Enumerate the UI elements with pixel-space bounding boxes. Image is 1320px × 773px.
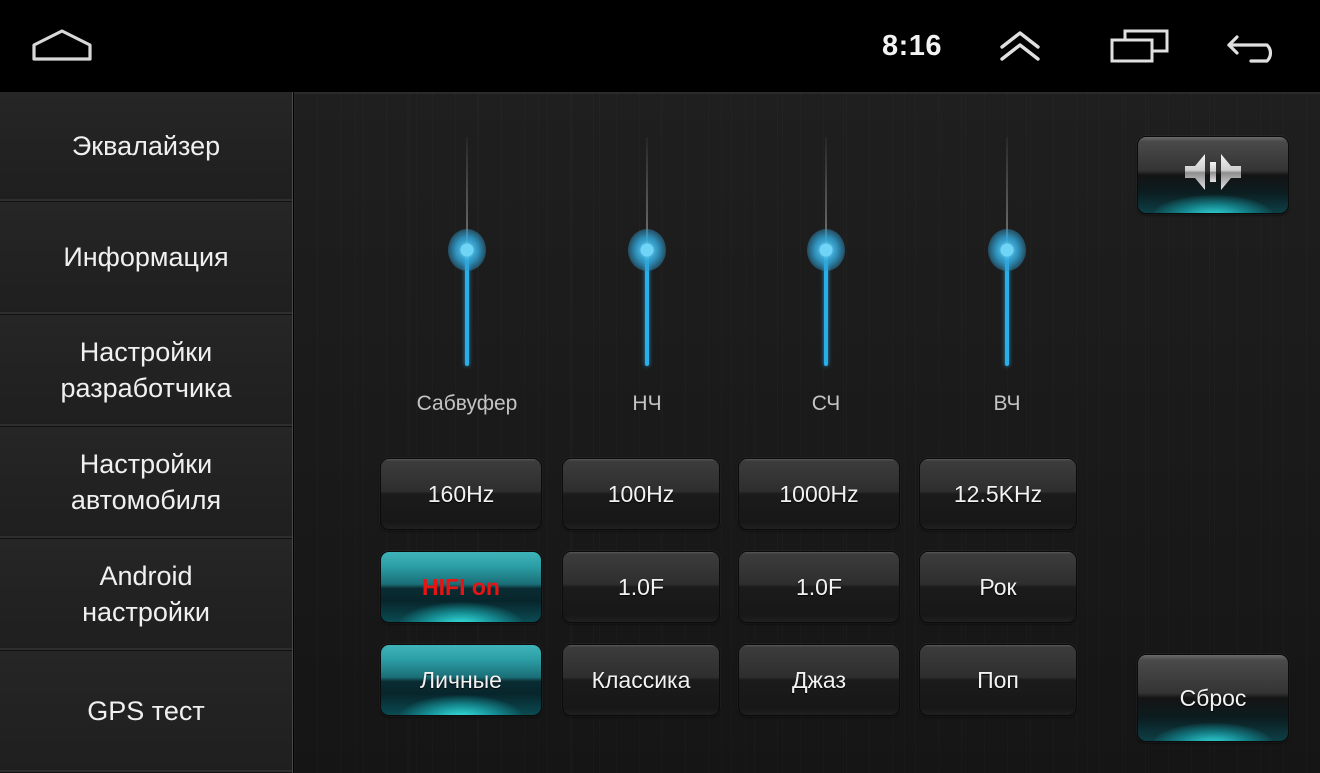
button-freq-1000hz-label: 1000Hz [779,480,859,507]
button-freq-160hz-label: 160Hz [427,480,495,507]
sidebar-item-label: Настройки автомобиля [70,448,222,515]
button-reset[interactable]: Сброс [1137,654,1289,742]
slider-thumb[interactable] [628,229,666,271]
sidebar-item-car-settings[interactable]: Настройки автомобиля [0,427,292,539]
equalizer-panel: Сабвуфер НЧ СЧ ВЧ 160Hz 100Hz 1000Hz 12.5KHz HI… [294,92,1320,773]
button-freq-1000hz[interactable]: 1000Hz [738,458,900,530]
button-balance-fader[interactable] [1137,136,1289,214]
button-preset-pop[interactable]: Поп [919,644,1077,716]
balance-speakers-glyph [1185,154,1241,190]
button-hifi-on[interactable]: HIFI on [380,551,542,623]
slider-thumb[interactable] [448,229,486,271]
slider-label: НЧ [632,392,662,415]
status-bar: 8:16 [0,0,1320,92]
back-arrow-glyph [1227,35,1272,63]
button-preset-classic-label: Классика [591,666,691,693]
sidebar-item-label: Android настройки [82,560,210,627]
home-icon[interactable] [27,22,97,68]
button-preset-personal[interactable]: Личные [380,644,542,716]
status-clock: 8:16 [881,29,942,62]
slider-bass[interactable]: НЧ [567,92,727,432]
button-freq-12-5khz[interactable]: 12.5KHz [919,458,1077,530]
recent-apps-icon[interactable] [1094,0,1186,92]
slider-label: ВЧ [993,392,1021,415]
slider-treble[interactable]: ВЧ [927,92,1087,432]
recent-apps-glyph [1110,29,1169,63]
button-preset-personal-label: Личные [420,666,502,693]
button-preset-classic[interactable]: Классика [562,644,720,716]
double-chevron-up-glyph [1000,31,1040,61]
button-preset-jazz[interactable]: Джаз [738,644,900,716]
button-q-mid-1-0f[interactable]: 1.0F [738,551,900,623]
button-q-bass-1-0f-label: 1.0F [617,573,665,600]
slider-label: Сабвуфер [416,392,518,415]
sidebar-item-developer-settings[interactable]: Настройки разработчика [0,315,292,427]
sidebar: Эквалайзер Информация Настройки разработчик… [0,92,293,773]
sidebar-item-label: Настройки разработчика [60,336,232,403]
balance-speakers-icon [1177,148,1249,202]
slider-thumb[interactable] [988,229,1026,271]
button-freq-160hz[interactable]: 160Hz [380,458,542,530]
button-q-mid-1-0f-label: 1.0F [795,573,843,600]
sidebar-item-equalizer[interactable]: Эквалайзер [0,92,292,202]
button-freq-100hz[interactable]: 100Hz [562,458,720,530]
home-icon-glyph [32,29,92,61]
status-bar-right-group: 8:16 [882,0,1320,92]
sidebar-item-label: Эквалайзер [71,130,221,161]
button-reset-label: Сброс [1179,684,1247,711]
button-hifi-on-label: HIFI on [422,573,500,600]
button-q-bass-1-0f[interactable]: 1.0F [562,551,720,623]
double-chevron-up-icon[interactable] [974,0,1066,92]
sidebar-item-label: Информация [63,242,229,273]
button-freq-12-5khz-label: 12.5KHz [953,480,1043,507]
button-preset-rock[interactable]: Рок [919,551,1077,623]
slider-thumb[interactable] [807,229,845,271]
button-freq-100hz-label: 100Hz [607,480,675,507]
sidebar-item-gps-test[interactable]: GPS тест [0,651,292,773]
sidebar-item-android-settings[interactable]: Android настройки [0,539,292,651]
sidebar-item-label: GPS тест [87,695,205,726]
equalizer-screen: 8:16 Эквалайзер Информация Настройки раз… [0,0,1320,773]
slider-subwoofer[interactable]: Сабвуфер [387,92,547,432]
slider-mid[interactable]: СЧ [746,92,906,432]
button-preset-jazz-label: Джаз [791,666,847,693]
back-arrow-icon[interactable] [1210,0,1302,92]
button-preset-pop-label: Поп [977,666,1019,693]
slider-label: СЧ [811,392,841,415]
sidebar-item-information[interactable]: Информация [0,202,292,315]
button-preset-rock-label: Рок [979,573,1017,600]
